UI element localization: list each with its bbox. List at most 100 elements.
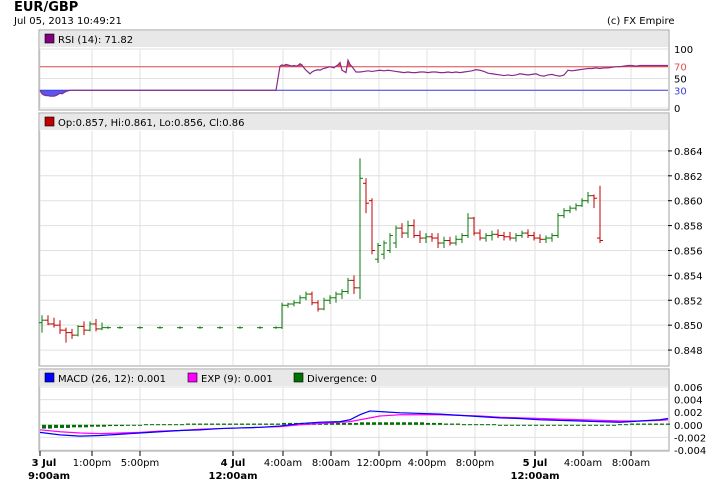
price-tick-label: 0.860 [674, 197, 703, 208]
divergence-bar [426, 422, 430, 425]
divergence-bar [258, 423, 262, 425]
x-tick-label: 8:00am [312, 458, 350, 469]
price-y-axis: 0.864 0.862 0.860 0.858 0.856 0.854 0.85… [674, 147, 703, 357]
price-panel: Op:0.857, Hi:0.861, Lo:0.856, Cl:0.86 0.… [38, 112, 703, 367]
macd-tick-label: 0.006 [674, 383, 703, 394]
divergence-bar [114, 424, 118, 427]
divergence-bar [510, 424, 514, 426]
divergence-bar [576, 424, 580, 426]
x-tick-label: 4:00pm [408, 458, 447, 469]
divergence-bar [504, 424, 508, 426]
price-tick-label: 0.850 [674, 321, 703, 332]
divergence-bar [600, 424, 604, 426]
divergence-bar [210, 423, 214, 425]
divergence-bar [102, 424, 106, 427]
divergence-bar [456, 423, 460, 425]
rsi-tick-label: 30 [674, 86, 687, 97]
divergence-bar [222, 423, 226, 425]
macd-y-axis: 0.006 0.004 0.002 0.000 -0.002 -0.004 [674, 383, 706, 457]
rsi-tick-label: 70 [674, 63, 687, 74]
divergence-bar [66, 424, 70, 428]
price-legend-text: Op:0.857, Hi:0.861, Lo:0.856, Cl:0.86 [58, 118, 245, 129]
chart-canvas: RSI (14): 71.82 100 70 50 30 0 Op:0.857,… [28, 29, 706, 482]
divergence-bar [246, 423, 250, 425]
divergence-bar [180, 424, 184, 426]
divergence-bar [570, 424, 574, 426]
divergence-bar [90, 424, 94, 427]
divergence-bar [552, 424, 556, 426]
divergence-bar [618, 424, 622, 426]
rsi-legend-text: RSI (14): 71.82 [58, 35, 133, 46]
divergence-bar [282, 422, 286, 425]
price-tick-label: 0.848 [674, 346, 703, 357]
x-tick-label: 4 Jul [221, 458, 246, 469]
divergence-bar [468, 424, 472, 426]
divergence-bar [192, 423, 196, 425]
divergence-bar [486, 424, 490, 426]
macd-tick-label: 0.002 [674, 408, 703, 419]
divergence-bar [522, 424, 526, 426]
macd-tick-label: 0.004 [674, 396, 703, 407]
macd-tick-label: -0.004 [674, 446, 706, 457]
exp-legend-swatch [187, 372, 198, 383]
rsi-tick-label: 100 [674, 45, 693, 56]
divergence-bar [660, 423, 664, 425]
rsi-tick-label: 50 [674, 75, 687, 86]
divergence-bar [348, 422, 352, 425]
rsi-legend-bg [40, 31, 668, 47]
divergence-bar [234, 423, 238, 425]
divergence-bar [174, 424, 178, 426]
divergence-bar [588, 424, 592, 426]
divergence-bar [654, 423, 658, 425]
macd-panel: MACD (26, 12): 0.001 EXP (9): 0.001 Dive… [38, 368, 706, 457]
divergence-bar [492, 424, 496, 426]
divergence-bar [390, 422, 394, 425]
divergence-bar [402, 422, 406, 425]
x-tick-label: 5 Jul [523, 458, 548, 469]
divergence-bar [186, 423, 190, 425]
divergence-bar [138, 424, 142, 426]
price-tick-label: 0.858 [674, 222, 703, 233]
divergence-bar [414, 422, 418, 425]
divergence-bar [546, 424, 550, 426]
rsi-legend-swatch [44, 33, 55, 44]
x-tick-label: 3 Jul [32, 458, 57, 469]
divergence-bar [132, 424, 136, 426]
divergence-bar [558, 424, 562, 426]
x-tick-sublabel: 9:00am [28, 471, 70, 482]
divergence-bar [624, 424, 628, 426]
divergence-bar [198, 423, 202, 425]
divergence-bar [648, 423, 652, 425]
divergence-bar [594, 424, 598, 426]
divergence-bar [582, 424, 586, 426]
divergence-bar [462, 424, 466, 426]
divergence-bar [276, 423, 280, 425]
divergence-bar [372, 422, 376, 425]
divergence-bar [354, 422, 358, 425]
macd-tick-label: 0.000 [674, 421, 703, 432]
price-legend-swatch [44, 116, 55, 127]
divergence-bar [108, 424, 112, 427]
x-axis: 3 Jul 1:00pm 5:00pm 4 Jul 4:00am 8:00am … [28, 451, 650, 482]
divergence-bar [630, 423, 634, 425]
divergence-bar [54, 424, 58, 428]
rsi-oversold-fill [50, 90, 52, 97]
price-tick-label: 0.864 [674, 147, 703, 158]
divergence-bar [564, 424, 568, 426]
divergence-bar [366, 422, 370, 425]
divergence-bar [342, 422, 346, 425]
x-tick-label: 8:00pm [456, 458, 495, 469]
x-tick-label: 1:00pm [73, 458, 112, 469]
divergence-bar [240, 423, 244, 425]
divergence-bar [216, 423, 220, 425]
divergence-bar [156, 424, 160, 426]
divergence-bar [144, 424, 148, 426]
rsi-panel: RSI (14): 71.82 100 70 50 30 0 [38, 29, 693, 115]
divergence-bar [162, 424, 166, 426]
x-tick-label: 4:00am [264, 458, 302, 469]
rsi-oversold-fill [52, 90, 54, 97]
divergence-bar [666, 423, 670, 425]
divergence-bar [252, 423, 256, 425]
divergence-bar [438, 422, 442, 425]
divergence-bar [96, 424, 100, 427]
